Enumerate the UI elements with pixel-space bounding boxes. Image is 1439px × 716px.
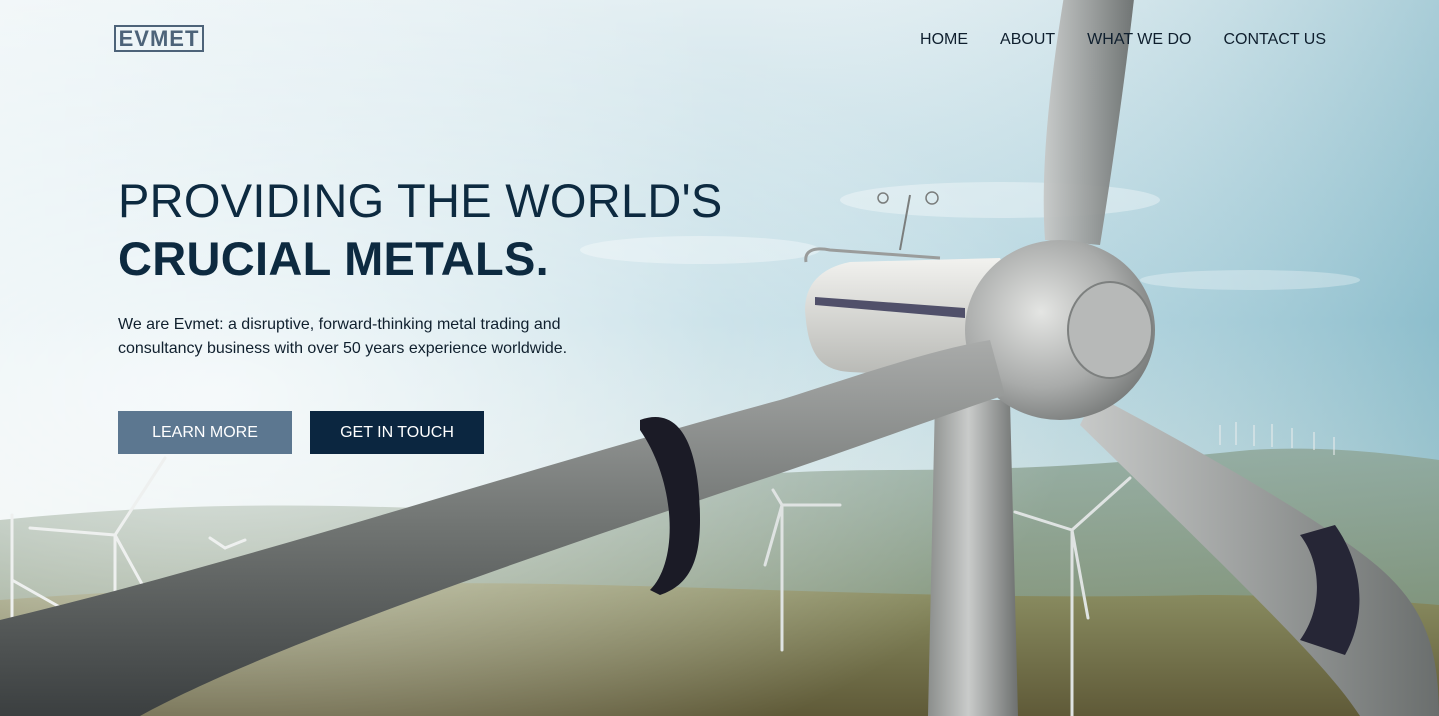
nav-about[interactable]: ABOUT (1000, 31, 1055, 49)
nav-contact-us[interactable]: CONTACT US (1223, 31, 1326, 49)
evmet-logo[interactable]: EVMET (114, 25, 204, 52)
nav-what-we-do[interactable]: WHAT WE DO (1087, 31, 1191, 49)
nav-home[interactable]: HOME (920, 31, 968, 49)
hero-headline-line1: PROVIDING THE WORLD'S (118, 174, 723, 227)
main-nav: HOME ABOUT WHAT WE DO CONTACT US (920, 31, 1326, 49)
hero-headline-line2: CRUCIAL METALS. (118, 232, 549, 285)
page: EVMET HOME ABOUT WHAT WE DO CONTACT US P… (0, 0, 1439, 716)
get-in-touch-button[interactable]: GET IN TOUCH (310, 411, 484, 454)
hero-headline: PROVIDING THE WORLD'S CRUCIAL METALS. (118, 172, 723, 288)
learn-more-button[interactable]: LEARN MORE (118, 411, 292, 454)
hero-tagline: We are Evmet: a disruptive, forward-thin… (118, 316, 568, 357)
